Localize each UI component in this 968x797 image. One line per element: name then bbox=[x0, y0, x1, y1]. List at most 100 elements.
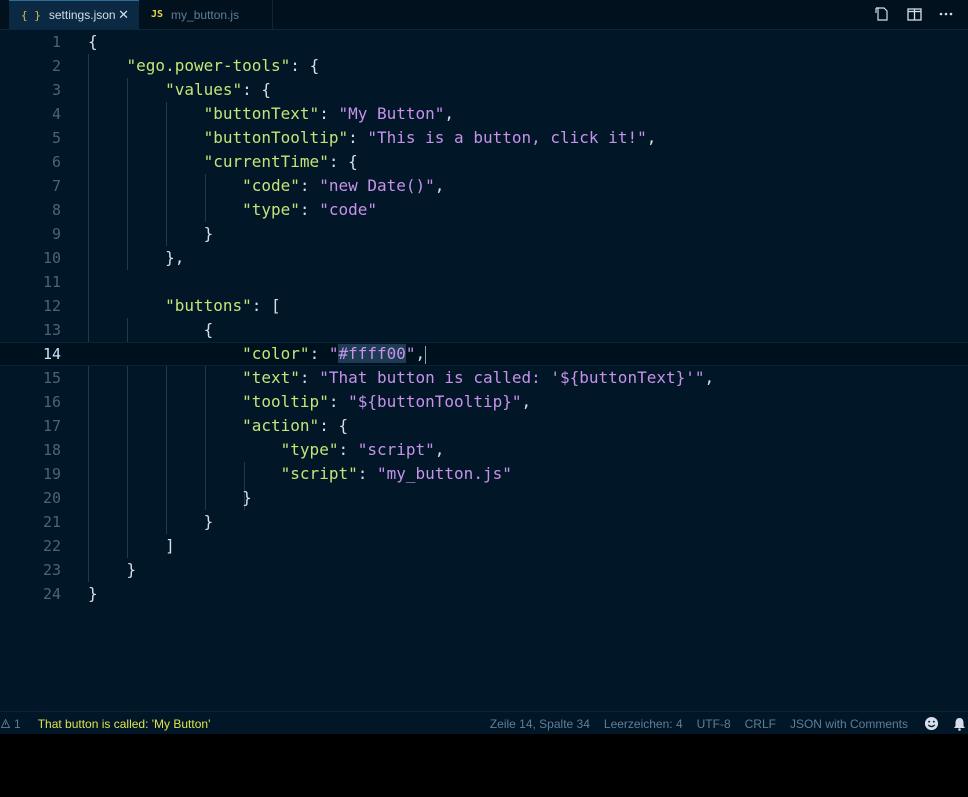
json-key: "ego.power-tools" bbox=[126, 56, 291, 75]
cursor-position[interactable]: Zeile 14, Spalte 34 bbox=[490, 717, 590, 731]
feedback-button[interactable] bbox=[924, 716, 939, 731]
punctuation: } bbox=[88, 560, 137, 579]
json-key: "text" bbox=[242, 368, 300, 387]
code-line[interactable]: 21 } bbox=[0, 510, 968, 534]
punctuation: { bbox=[88, 32, 98, 51]
punctuation: , bbox=[521, 392, 532, 411]
line-number: 4 bbox=[51, 105, 61, 123]
punctuation bbox=[88, 56, 127, 75]
code-line[interactable]: 23 } bbox=[0, 558, 968, 582]
code-line[interactable]: 12 "buttons": [ bbox=[0, 294, 968, 318]
punctuation: : bbox=[338, 440, 358, 459]
line-number: 16 bbox=[42, 393, 61, 411]
tab-settings-json[interactable]: { } settings.json ✕ bbox=[9, 0, 139, 29]
code-line[interactable]: 19 "script": "my_button.js" bbox=[0, 462, 968, 486]
punctuation bbox=[88, 464, 281, 483]
more-icon bbox=[939, 12, 953, 16]
punctuation: : bbox=[299, 176, 320, 195]
code-line[interactable]: 9 } bbox=[0, 222, 968, 246]
code-line[interactable]: 20 } bbox=[0, 486, 968, 510]
punctuation: , bbox=[434, 440, 445, 459]
code-line[interactable]: 5 "buttonTooltip": "This is a button, cl… bbox=[0, 126, 968, 150]
line-number: 24 bbox=[42, 585, 61, 603]
line-content: }, bbox=[88, 246, 184, 270]
punctuation: , bbox=[415, 344, 426, 363]
code-line[interactable]: 17 "action": { bbox=[0, 414, 968, 438]
code-line[interactable]: 2 "ego.power-tools": { bbox=[0, 54, 968, 78]
bell-icon bbox=[954, 717, 965, 731]
line-content: "values": { bbox=[88, 78, 271, 102]
more-actions-button[interactable] bbox=[936, 5, 956, 23]
code-line[interactable]: 3 "values": { bbox=[0, 78, 968, 102]
code-line[interactable]: 22 ] bbox=[0, 534, 968, 558]
line-content: "color": "#ffff00", bbox=[88, 343, 427, 365]
tab-my-button-js[interactable]: JS my_button.js bbox=[139, 0, 273, 29]
tab-bar: { } settings.json ✕ JS my_button.js bbox=[0, 0, 968, 30]
punctuation: , bbox=[434, 176, 445, 195]
line-content: ] bbox=[88, 534, 175, 558]
line-content: "buttonText": "My Button", bbox=[88, 102, 454, 126]
notifications-button[interactable] bbox=[953, 717, 966, 731]
json-string: "code" bbox=[319, 200, 377, 219]
encoding-setting[interactable]: UTF-8 bbox=[697, 717, 731, 731]
json-string: "script" bbox=[357, 440, 435, 459]
punctuation: } bbox=[88, 224, 214, 243]
code-line[interactable]: 13 { bbox=[0, 318, 968, 342]
code-line[interactable]: 1{ bbox=[0, 30, 968, 54]
problems-indicator[interactable]: 1 bbox=[1, 717, 21, 731]
warning-icon bbox=[1, 719, 10, 728]
open-settings-ui-button[interactable] bbox=[872, 5, 892, 23]
code-line[interactable]: 10 }, bbox=[0, 246, 968, 270]
close-icon[interactable]: ✕ bbox=[118, 7, 129, 23]
json-key: "buttonText" bbox=[203, 104, 320, 123]
split-editor-button[interactable] bbox=[904, 5, 924, 23]
punctuation: } bbox=[88, 512, 214, 531]
punctuation: : bbox=[299, 200, 320, 219]
line-number: 1 bbox=[51, 33, 61, 51]
line-content: } bbox=[88, 222, 214, 246]
eol-setting[interactable]: CRLF bbox=[745, 717, 776, 731]
code-line[interactable]: 4 "buttonText": "My Button", bbox=[0, 102, 968, 126]
code-line[interactable]: 14 "color": "#ffff00", bbox=[0, 342, 968, 366]
status-bar: 1 That button is called: 'My Button' Zei… bbox=[0, 711, 968, 734]
code-editor[interactable]: 1{2 "ego.power-tools": {3 "values": {4 "… bbox=[0, 30, 968, 711]
code-line[interactable]: 8 "type": "code" bbox=[0, 198, 968, 222]
json-string: "My Button" bbox=[338, 104, 445, 123]
code-line[interactable]: 18 "type": "script", bbox=[0, 438, 968, 462]
editor-window: { } settings.json ✕ JS my_button.js 1 {… bbox=[0, 0, 968, 734]
editor-actions bbox=[872, 5, 968, 23]
json-key: "color" bbox=[242, 344, 310, 363]
punctuation: : [ bbox=[251, 296, 281, 315]
line-content: "code": "new Date()", bbox=[88, 174, 444, 198]
javascript-file-icon: JS bbox=[151, 9, 164, 20]
code-line[interactable]: 6 "currentTime": { bbox=[0, 150, 968, 174]
line-number: 19 bbox=[42, 465, 61, 483]
line-number: 22 bbox=[42, 537, 61, 555]
punctuation: ] bbox=[88, 536, 175, 555]
punctuation bbox=[88, 80, 165, 99]
open-preview-icon bbox=[875, 7, 888, 21]
line-number: 20 bbox=[42, 489, 61, 507]
json-string: "That button is called: '${buttonText}'" bbox=[319, 368, 705, 387]
line-number: 9 bbox=[51, 225, 61, 243]
code-line[interactable]: 11 bbox=[0, 270, 968, 294]
json-string: "my_button.js" bbox=[376, 464, 512, 483]
code-line[interactable]: 7 "code": "new Date()", bbox=[0, 174, 968, 198]
punctuation: : bbox=[299, 368, 320, 387]
indentation-setting[interactable]: Leerzeichen: 4 bbox=[604, 717, 683, 731]
json-key: "currentTime" bbox=[203, 152, 329, 171]
line-number: 11 bbox=[42, 273, 61, 291]
line-content: "text": "That button is called: '${butto… bbox=[88, 366, 714, 390]
punctuation bbox=[88, 200, 242, 219]
code-line[interactable]: 16 "tooltip": "${buttonTooltip}", bbox=[0, 390, 968, 414]
code-line[interactable]: 15 "text": "That button is called: '${bu… bbox=[0, 366, 968, 390]
line-number: 13 bbox=[42, 321, 61, 339]
line-content: "action": { bbox=[88, 414, 348, 438]
text-cursor bbox=[425, 345, 427, 364]
language-mode[interactable]: JSON with Comments bbox=[790, 717, 908, 731]
tab-label: my_button.js bbox=[171, 7, 240, 22]
json-key: "type" bbox=[242, 200, 300, 219]
punctuation: : bbox=[309, 344, 329, 363]
code-line[interactable]: 24} bbox=[0, 582, 968, 606]
punctuation bbox=[88, 392, 242, 411]
